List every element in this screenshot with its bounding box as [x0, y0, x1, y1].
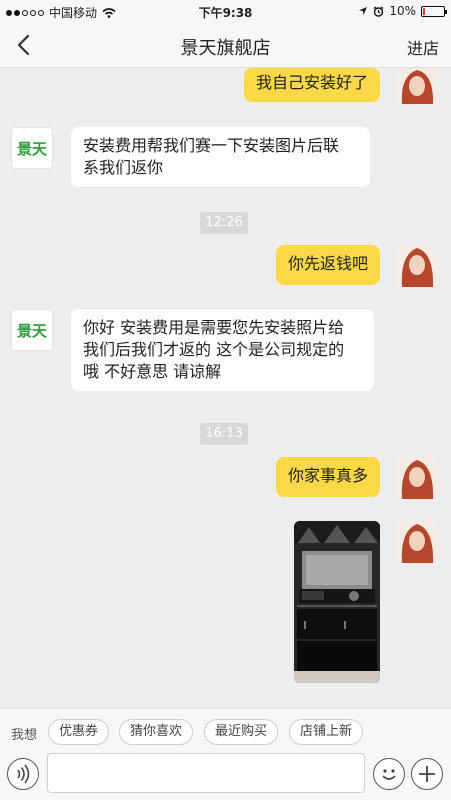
enter-shop-button[interactable]: 进店	[407, 35, 439, 59]
message-line: 安装费用帮我们赛一下安装图片后联	[83, 136, 340, 155]
shop-avatar[interactable]: 景天	[11, 309, 53, 351]
more-button[interactable]	[411, 758, 443, 790]
message-text: 我自己安装好了	[255, 73, 368, 92]
message-line: 你好 安装费用是需要您先安装照片给	[83, 318, 345, 337]
location-icon	[359, 7, 368, 15]
plus-icon	[419, 766, 435, 782]
voice-button[interactable]	[7, 758, 39, 790]
timestamp: 12:26	[200, 212, 248, 234]
chat-area[interactable]: 我自己安装好了 景天 安装费用帮我们赛一下安装图片后联 系我们返你 12:26 …	[0, 68, 451, 708]
timestamp: 16:13	[200, 423, 248, 445]
my-avatar[interactable]	[396, 521, 438, 563]
my-message-bubble[interactable]: 你先返钱吧	[275, 245, 380, 285]
shop-avatar[interactable]: 景天	[11, 127, 53, 169]
battery-icon	[421, 5, 447, 17]
message-line: 系我们返你	[83, 158, 164, 177]
my-message-bubble[interactable]: 你家事真多	[275, 457, 380, 497]
shop-message-bubble[interactable]: 安装费用帮我们赛一下安装图片后联 系我们返你	[71, 127, 370, 187]
chip-recent-purchase[interactable]: 最近购买	[204, 719, 279, 745]
user-photo	[396, 245, 438, 287]
kitchen-stove-photo	[294, 521, 380, 683]
voice-icon	[17, 764, 30, 784]
my-avatar[interactable]	[396, 245, 438, 287]
emoji-button[interactable]	[373, 758, 405, 790]
my-avatar[interactable]	[396, 457, 438, 499]
battery-percent: 10%	[389, 4, 416, 18]
user-photo	[396, 521, 438, 563]
my-avatar[interactable]	[396, 68, 438, 105]
chip-new-arrivals[interactable]: 店铺上新	[289, 719, 364, 745]
quick-reply-label: 我想	[11, 728, 38, 743]
message-line: 我们后我们才返的 这个是公司规定的	[83, 340, 345, 359]
status-bar: 中国移动 下午9:38 10%	[0, 0, 451, 22]
chip-guess-you-like[interactable]: 猜你喜欢	[119, 719, 194, 745]
page-title: 景天旗舰店	[180, 38, 271, 59]
shop-logo: 景天	[16, 321, 47, 340]
quick-reply-bar: 我想 优惠券 猜你喜欢 最近购买 店铺上新	[0, 708, 451, 752]
nav-bar: 景天旗舰店 进店	[0, 22, 451, 68]
my-message-bubble[interactable]: 我自己安装好了	[243, 68, 380, 102]
user-photo	[396, 457, 438, 499]
user-photo	[396, 68, 438, 105]
status-right: 10%	[358, 4, 447, 18]
message-line: 哦 不好意思 请谅解	[83, 362, 222, 381]
chip-coupon[interactable]: 优惠券	[48, 719, 110, 745]
shop-logo: 景天	[16, 139, 47, 158]
input-bar	[0, 752, 451, 800]
message-input[interactable]	[47, 753, 365, 793]
message-text: 你家事真多	[287, 466, 368, 485]
message-text: 你先返钱吧	[287, 254, 368, 273]
emoji-icon	[382, 769, 396, 780]
shop-message-bubble[interactable]: 你好 安装费用是需要您先安装照片给 我们后我们才返的 这个是公司规定的 哦 不好…	[71, 309, 374, 391]
alarm-icon	[373, 6, 384, 17]
battery-level	[423, 7, 425, 15]
sent-image[interactable]	[294, 521, 380, 683]
